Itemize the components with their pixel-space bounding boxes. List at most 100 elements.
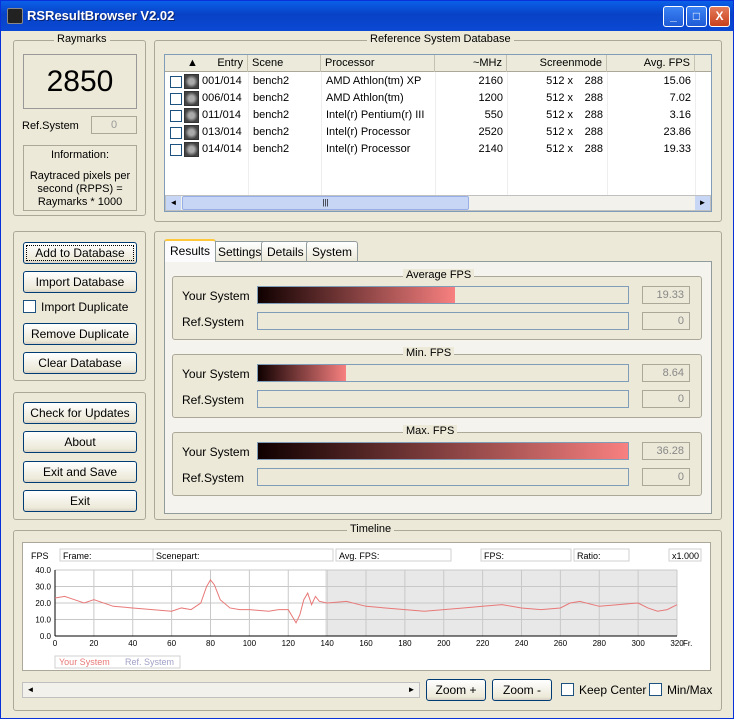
zoom-out-button[interactable]: Zoom - (492, 679, 552, 701)
table-row[interactable]: 011/014 bench2 Intel(r) Pentium(r) III 550 5… (165, 107, 711, 124)
about-button[interactable]: About (23, 431, 137, 453)
remove-duplicate-button[interactable]: Remove Duplicate (23, 323, 137, 345)
column-divider (321, 72, 322, 195)
exit-button[interactable]: Exit (23, 490, 137, 512)
exit-and-save-button[interactable]: Exit and Save (23, 461, 137, 483)
row-checkbox[interactable] (170, 127, 182, 139)
reference-db-label: Reference System Database (367, 33, 514, 45)
raymarks-group: Raymarks 2850 Ref.System 0 Information: … (13, 33, 146, 216)
cell-h: 288 (584, 92, 603, 104)
scroll-left-arrow-icon[interactable]: ◄ (166, 196, 181, 210)
scroll-right-arrow-icon[interactable]: ► (695, 196, 710, 210)
cell-mhz: 2520 (478, 126, 503, 138)
cell-processor: Intel(r) Pentium(r) III (326, 109, 425, 121)
import-database-button[interactable]: Import Database (23, 271, 137, 293)
cell-h: 288 (584, 126, 603, 138)
info-label: Frame: (63, 551, 92, 561)
your-system-label: Your System (182, 289, 250, 303)
column-avg-fps[interactable]: Avg. FPS (607, 55, 695, 72)
ref-system-label: Ref.System (182, 471, 245, 485)
keep-center-label[interactable]: Keep Center (579, 683, 646, 697)
cell-fps: 15.06 (663, 75, 691, 87)
column-mhz[interactable]: ~MHz (435, 55, 507, 72)
x-tick-label: 260 (554, 639, 568, 648)
cell-fps: 7.02 (669, 92, 691, 104)
raymarks-score: 2850 (23, 54, 137, 109)
table-row[interactable]: 013/014 bench2 Intel(r) Processor 2520 512 x… (165, 124, 711, 141)
cell-processor: AMD Athlon(tm) (326, 92, 404, 104)
legend-ref-system: Ref. System (125, 657, 174, 667)
cell-entry: 014/014 (202, 143, 242, 155)
row-checkbox[interactable] (170, 144, 182, 156)
cell-entry: 006/014 (202, 92, 242, 104)
row-checkbox[interactable] (170, 93, 182, 105)
window-title: RSResultBrowser V2.02 (27, 8, 175, 23)
check-for-updates-button[interactable]: Check for Updates (23, 402, 137, 424)
tab-details[interactable]: Details (261, 241, 310, 261)
minmax-label[interactable]: Min/Max (667, 683, 712, 697)
tab-system[interactable]: System (306, 241, 359, 261)
x-tick-label: 200 (437, 639, 451, 648)
table-row[interactable]: 014/014 bench2 Intel(r) Processor 2140 512 x… (165, 141, 711, 158)
tab-settings[interactable]: Settings (212, 241, 268, 261)
cell-mhz: 2140 (478, 143, 503, 155)
column-processor[interactable]: Processor (321, 55, 435, 72)
ref-system-bar (257, 468, 629, 486)
column-divider (507, 72, 508, 195)
database-buttons-group: Add to Database Import Database Import D… (13, 231, 146, 381)
cell-scene: bench2 (253, 143, 290, 155)
x-tick-label: 100 (243, 639, 257, 648)
x-tick-label: 280 (593, 639, 607, 648)
title-bar[interactable]: RSResultBrowser V2.02 _ □ X (1, 1, 733, 31)
keep-center-checkbox[interactable] (561, 683, 574, 696)
add-to-database-button[interactable]: Add to Database (23, 242, 137, 264)
import-duplicate-checkbox[interactable] (23, 300, 36, 313)
ref-system-label: Ref.System (22, 120, 79, 132)
minimize-button[interactable]: _ (663, 6, 684, 27)
table-row[interactable]: 006/014 bench2 AMD Athlon(tm) 1200 512 x 288 7… (165, 90, 711, 107)
cell-processor: Intel(r) Processor (326, 126, 411, 138)
legend-your-system: Your System (59, 657, 110, 667)
import-duplicate-label[interactable]: Import Duplicate (41, 300, 128, 314)
info-label: Scenepart: (156, 551, 200, 561)
column-divider (435, 72, 436, 195)
x-tick-label: 180 (398, 639, 412, 648)
x-tick-label: 160 (359, 639, 373, 648)
column-scene[interactable]: Scene (248, 55, 321, 72)
reference-db-list[interactable]: ▲ Entry Scene Processor ~MHz Screenmode A… (164, 54, 712, 212)
cell-mhz: 1200 (478, 92, 503, 104)
system-icon (184, 91, 199, 106)
column-entry[interactable]: ▲ Entry (165, 55, 248, 72)
result-title: Average FPS (403, 269, 475, 281)
system-icon (184, 142, 199, 157)
timeline-scroll-right-icon[interactable]: ► (404, 683, 419, 697)
x-axis-unit: Fr. (683, 639, 692, 648)
maximize-button[interactable]: □ (686, 6, 707, 27)
cell-processor: Intel(r) Processor (326, 143, 411, 155)
minmax-checkbox[interactable] (649, 683, 662, 696)
scroll-thumb[interactable]: ||| (182, 196, 469, 210)
column-entry-label: Entry (217, 57, 243, 69)
x-tick-label: 140 (320, 639, 334, 648)
sort-ascending-icon: ▲ (187, 57, 198, 69)
timeline-chart-frame: Frame: Scenepart: Avg. FPS: FPS: Ratio: x1.00… (22, 542, 711, 671)
tab-results[interactable]: Results (164, 239, 217, 262)
column-screenmode[interactable]: Screenmode (507, 55, 607, 72)
x-tick-label: 80 (206, 639, 215, 648)
table-row[interactable]: 001/014 bench2 AMD Athlon(tm) XP 2160 512 x2… (165, 73, 711, 90)
close-button[interactable]: X (709, 6, 730, 27)
row-checkbox[interactable] (170, 110, 182, 122)
timeline-scroll-left-icon[interactable]: ◄ (23, 683, 38, 697)
clear-database-button[interactable]: Clear Database (23, 352, 137, 374)
timeline-chart[interactable]: Frame: Scenepart: Avg. FPS: FPS: Ratio: x1.00… (23, 543, 710, 670)
horizontal-scrollbar[interactable]: ◄ ||| ► (165, 195, 711, 211)
row-checkbox[interactable] (170, 76, 182, 88)
x-tick-label: 0 (53, 639, 58, 648)
timeline-scrollbar[interactable]: ◄ ► (22, 682, 420, 698)
info-label: Avg. FPS: (339, 551, 379, 561)
x-tick-label: 20 (89, 639, 98, 648)
your-system-value: 8.64 (642, 364, 690, 382)
zoom-in-button[interactable]: Zoom + (426, 679, 486, 701)
your-system-value: 36.28 (642, 442, 690, 460)
column-divider (607, 72, 608, 195)
